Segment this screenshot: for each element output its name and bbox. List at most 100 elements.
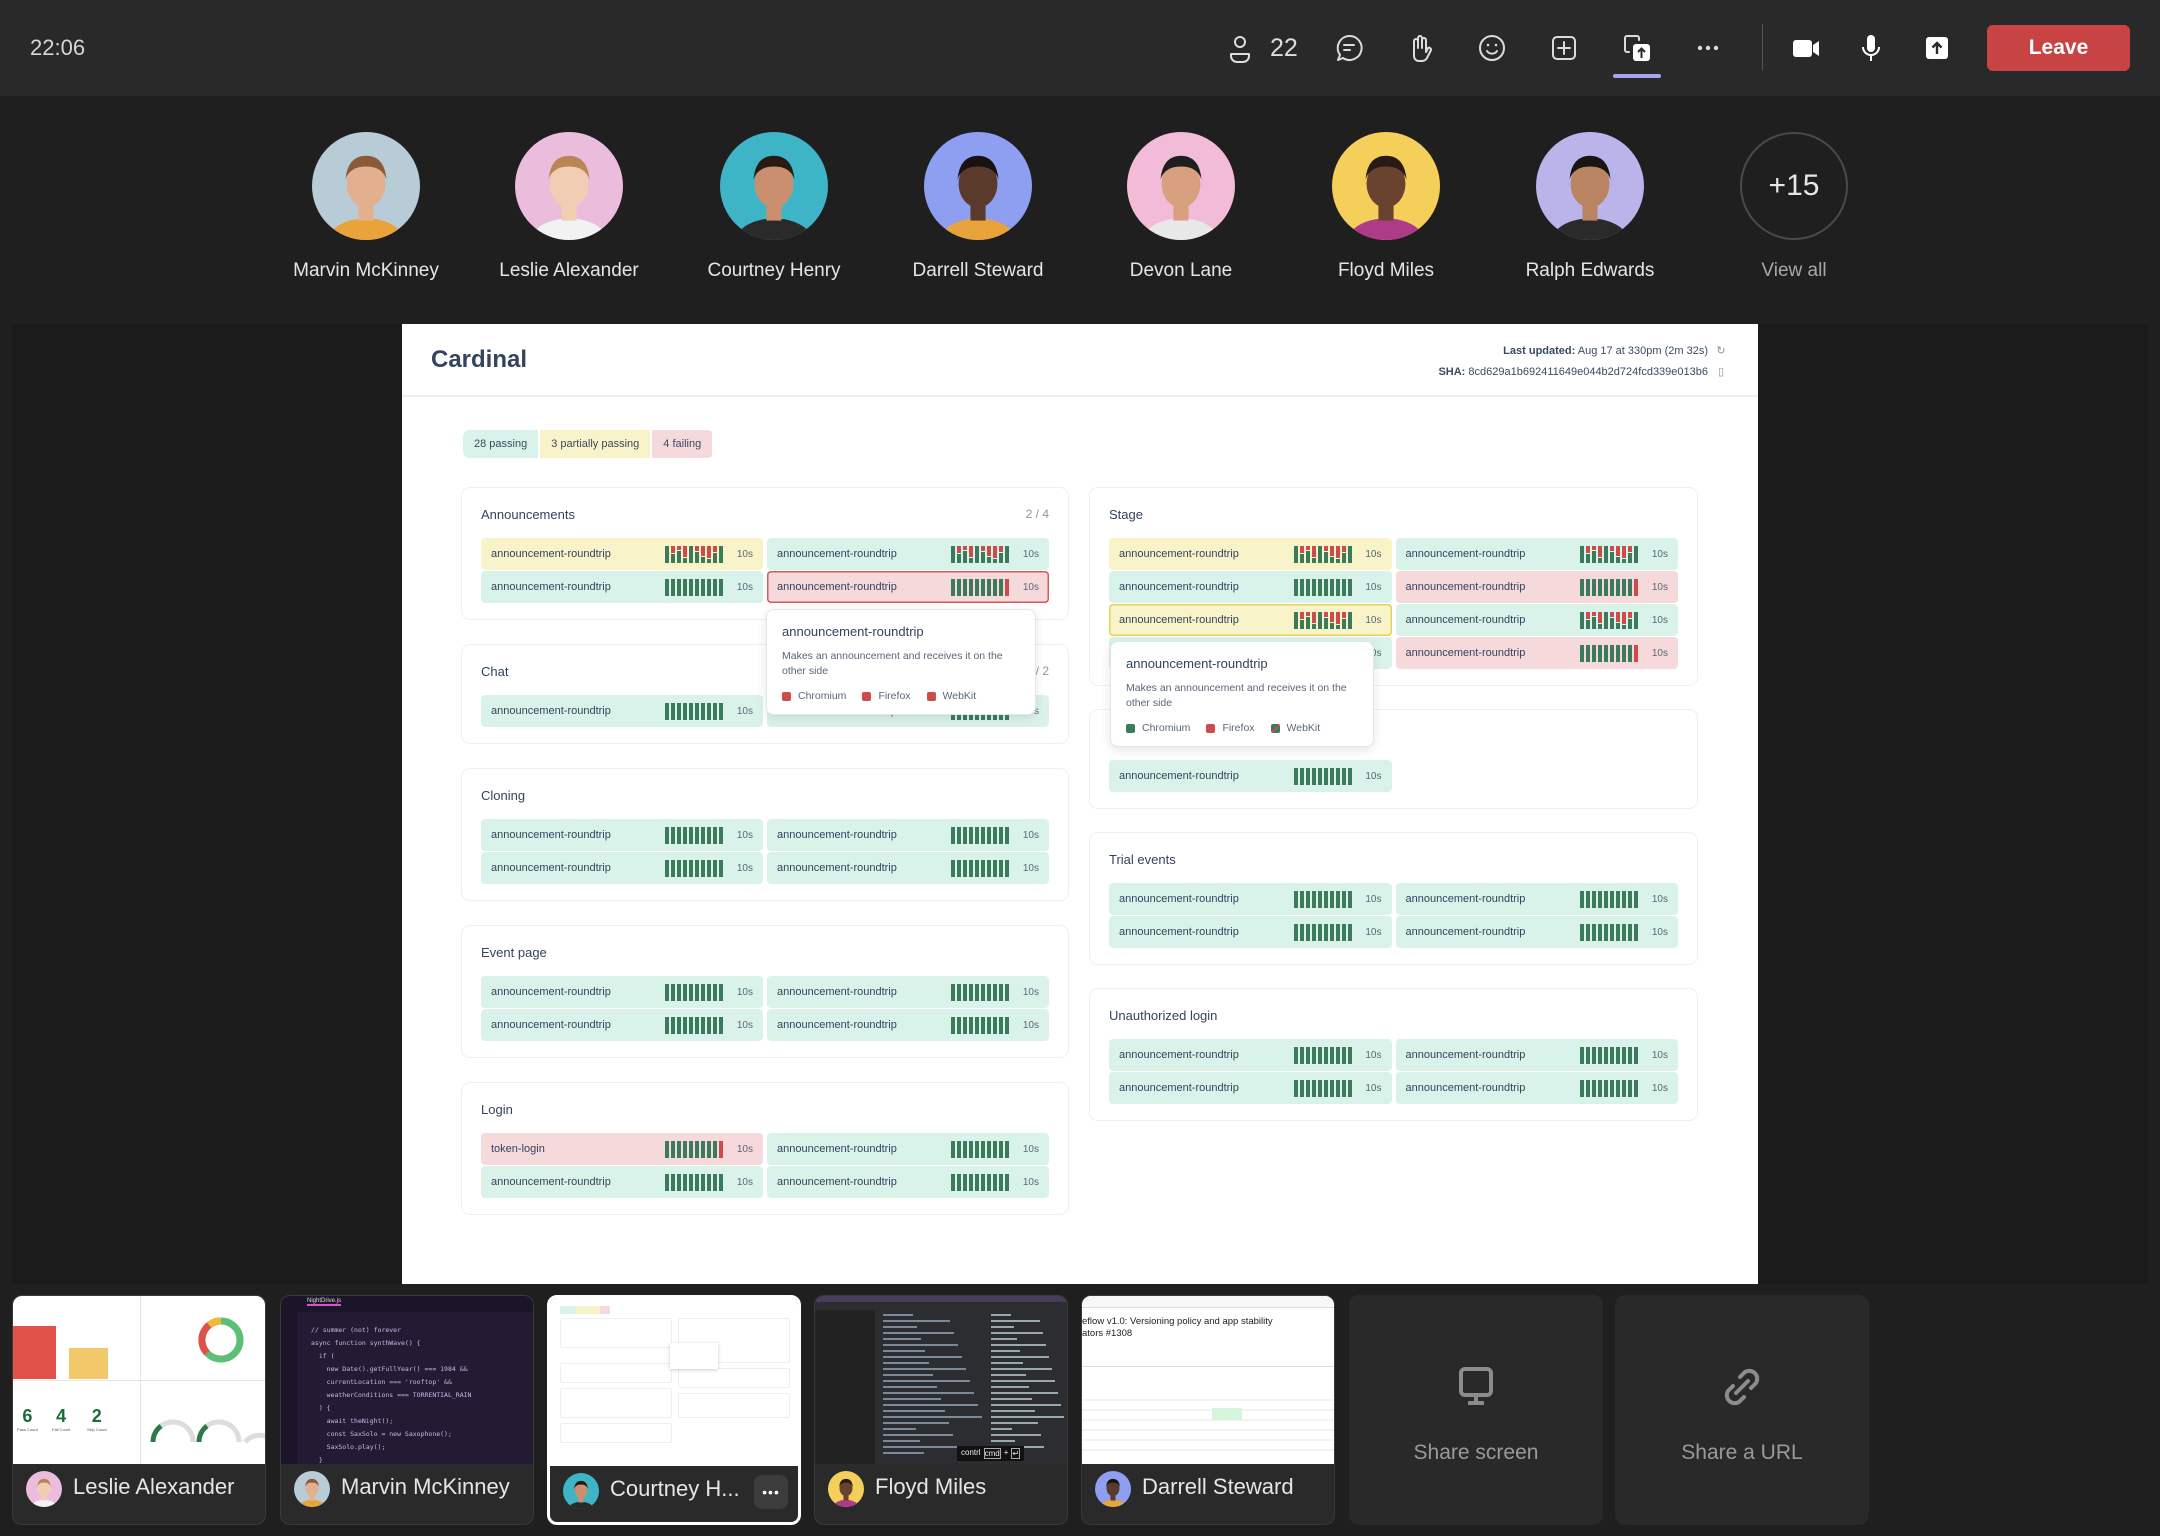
participant[interactable]: Ralph Edwards [1490,132,1690,282]
history-bar [1610,890,1614,908]
test-cell[interactable]: token-login 10s [481,1133,763,1165]
participant-tile[interactable]: Courtney H... ••• [547,1295,801,1525]
more-icon[interactable] [1690,30,1726,66]
test-cell[interactable]: announcement-roundtrip 10s [767,571,1049,603]
history-bar [1335,1079,1340,1097]
test-cell[interactable]: announcement-roundtrip 10s [481,695,763,727]
overflow-count[interactable]: +15 [1740,132,1848,240]
view-all-link[interactable]: View all [1694,260,1894,282]
share-tray-icon[interactable] [1919,30,1955,66]
test-cell[interactable]: announcement-roundtrip 10s [481,852,763,884]
share-content-icon[interactable] [1619,30,1655,66]
test-name: announcement-roundtrip [491,829,611,841]
test-cell[interactable]: announcement-roundtrip 10s [1109,760,1392,792]
test-cell[interactable]: announcement-roundtrip 10s [767,819,1049,851]
status-badge-pass[interactable]: 28 passing [463,430,539,458]
share-url-button[interactable]: Share a URL [1615,1295,1869,1525]
test-cell[interactable]: announcement-roundtrip 10s [767,1133,1049,1165]
more-icon[interactable]: ••• [754,1475,788,1509]
participant-tile[interactable]: NightDrive.js // summer (not) forever asy… [280,1295,534,1525]
test-cell[interactable]: announcement-roundtrip 10s [481,976,763,1008]
test-cell[interactable]: announcement-roundtrip 10s [1109,1039,1392,1071]
test-cell[interactable]: announcement-roundtrip 10s [1109,1072,1392,1104]
participant[interactable]: Darrell Steward [878,132,1078,282]
test-cell[interactable]: announcement-roundtrip 10s [767,538,1049,570]
test-cell[interactable]: announcement-roundtrip 10s [1109,571,1392,603]
test-cell[interactable]: announcement-roundtrip 10s [1395,637,1678,669]
test-cell[interactable]: announcement-roundtrip 10s [1395,883,1678,915]
test-cell[interactable]: announcement-roundtrip 10s [481,1166,763,1198]
stat-value: 4 [56,1406,67,1426]
history-bar [689,983,693,1001]
refresh-icon[interactable]: ↻ [1714,341,1728,362]
status-badge-fail[interactable]: 4 failing [652,430,713,458]
view-all-participants[interactable]: +15 View all [1694,132,1894,282]
history-bar [683,859,687,877]
participant[interactable]: Marvin McKinney [266,132,466,282]
participant[interactable]: Floyd Miles [1286,132,1486,282]
test-cell[interactable]: announcement-roundtrip 10s [1395,1072,1678,1104]
apps-icon[interactable] [1546,30,1582,66]
participant-tile[interactable]: 6 Pass Count 4 Fail Count 2 Skip Count Leslie … [12,1295,266,1525]
participant-tile[interactable]: contrl cmd + ↵ Floyd Miles [814,1295,1068,1525]
history-bar [1586,545,1590,563]
raise-hand-icon[interactable] [1402,30,1438,66]
history-bar [1586,1046,1590,1064]
share-screen-button[interactable]: Share screen [1349,1295,1603,1525]
test-cell[interactable]: announcement-roundtrip 10s [1395,571,1678,603]
test-cell[interactable]: announcement-roundtrip 10s [767,852,1049,884]
test-cell[interactable]: announcement-roundtrip 10s [481,1009,763,1041]
test-duration: 10s [736,986,753,998]
test-cell[interactable]: announcement-roundtrip 10s [1109,916,1392,948]
copy-icon[interactable]: ▯ [1714,362,1728,383]
test-cell[interactable]: announcement-roundtrip 10s [1395,538,1678,570]
test-cell[interactable]: announcement-roundtrip 10s [767,1009,1049,1041]
last-updated-label: Last updated: [1503,345,1576,357]
history-bar [999,859,1003,877]
test-cell[interactable]: announcement-roundtrip 10s [481,571,763,603]
participant-tile[interactable]: eflow v1.0: Versioning policy and app st… [1081,1295,1335,1525]
test-duration: 10s [1651,548,1668,560]
leave-button[interactable]: Leave [1987,25,2130,71]
history-bar [1598,1046,1602,1064]
test-cell[interactable]: announcement-roundtrip 10s [481,538,763,570]
test-cell[interactable]: announcement-roundtrip 10s [1109,538,1392,570]
test-cell[interactable]: announcement-roundtrip 10s [1109,883,1392,915]
history-bar [1329,923,1334,941]
people-icon[interactable] [1222,30,1258,66]
reactions-icon[interactable] [1474,30,1510,66]
chat-icon[interactable] [1331,30,1367,66]
test-cell[interactable]: announcement-roundtrip 10s [1395,916,1678,948]
test-cell[interactable]: announcement-roundtrip 10s [1395,1039,1678,1071]
participants-count[interactable]: 22 [1270,34,1298,63]
microphone-icon[interactable] [1853,30,1889,66]
test-name: announcement-roundtrip [1119,548,1239,560]
history-bar [963,1140,967,1158]
participant-name: Courtney Henry [707,260,841,281]
history-bar [1604,923,1608,941]
participant[interactable]: Leslie Alexander [469,132,669,282]
card-header: Cloning [481,769,1049,819]
test-cell[interactable]: announcement-roundtrip 10s [1109,604,1392,636]
share-screen-label: Share screen [1413,1441,1539,1464]
test-cell[interactable]: announcement-roundtrip 10s [1395,604,1678,636]
editor-tab[interactable]: NightDrive.js [307,1298,342,1306]
status-badge-partial[interactable]: 3 partially passing [540,430,651,458]
history-bar [951,826,955,844]
history-bar [1293,890,1298,908]
test-cell[interactable]: announcement-roundtrip 10s [767,976,1049,1008]
test-name: announcement-roundtrip [1405,893,1526,905]
history-bar [957,1173,961,1191]
card-header: Login [481,1083,1049,1133]
participant[interactable]: Courtney Henry [674,132,874,282]
test-duration: 10s [1022,548,1039,560]
test-cell[interactable]: announcement-roundtrip 10s [481,819,763,851]
history-bar [1586,578,1590,596]
history-bar [683,702,687,720]
history-bar [987,859,991,877]
history-bar [957,545,961,563]
history-bar [1311,767,1316,785]
test-cell[interactable]: announcement-roundtrip 10s [767,1166,1049,1198]
participant[interactable]: Devon Lane [1081,132,1281,282]
camera-icon[interactable] [1788,30,1824,66]
